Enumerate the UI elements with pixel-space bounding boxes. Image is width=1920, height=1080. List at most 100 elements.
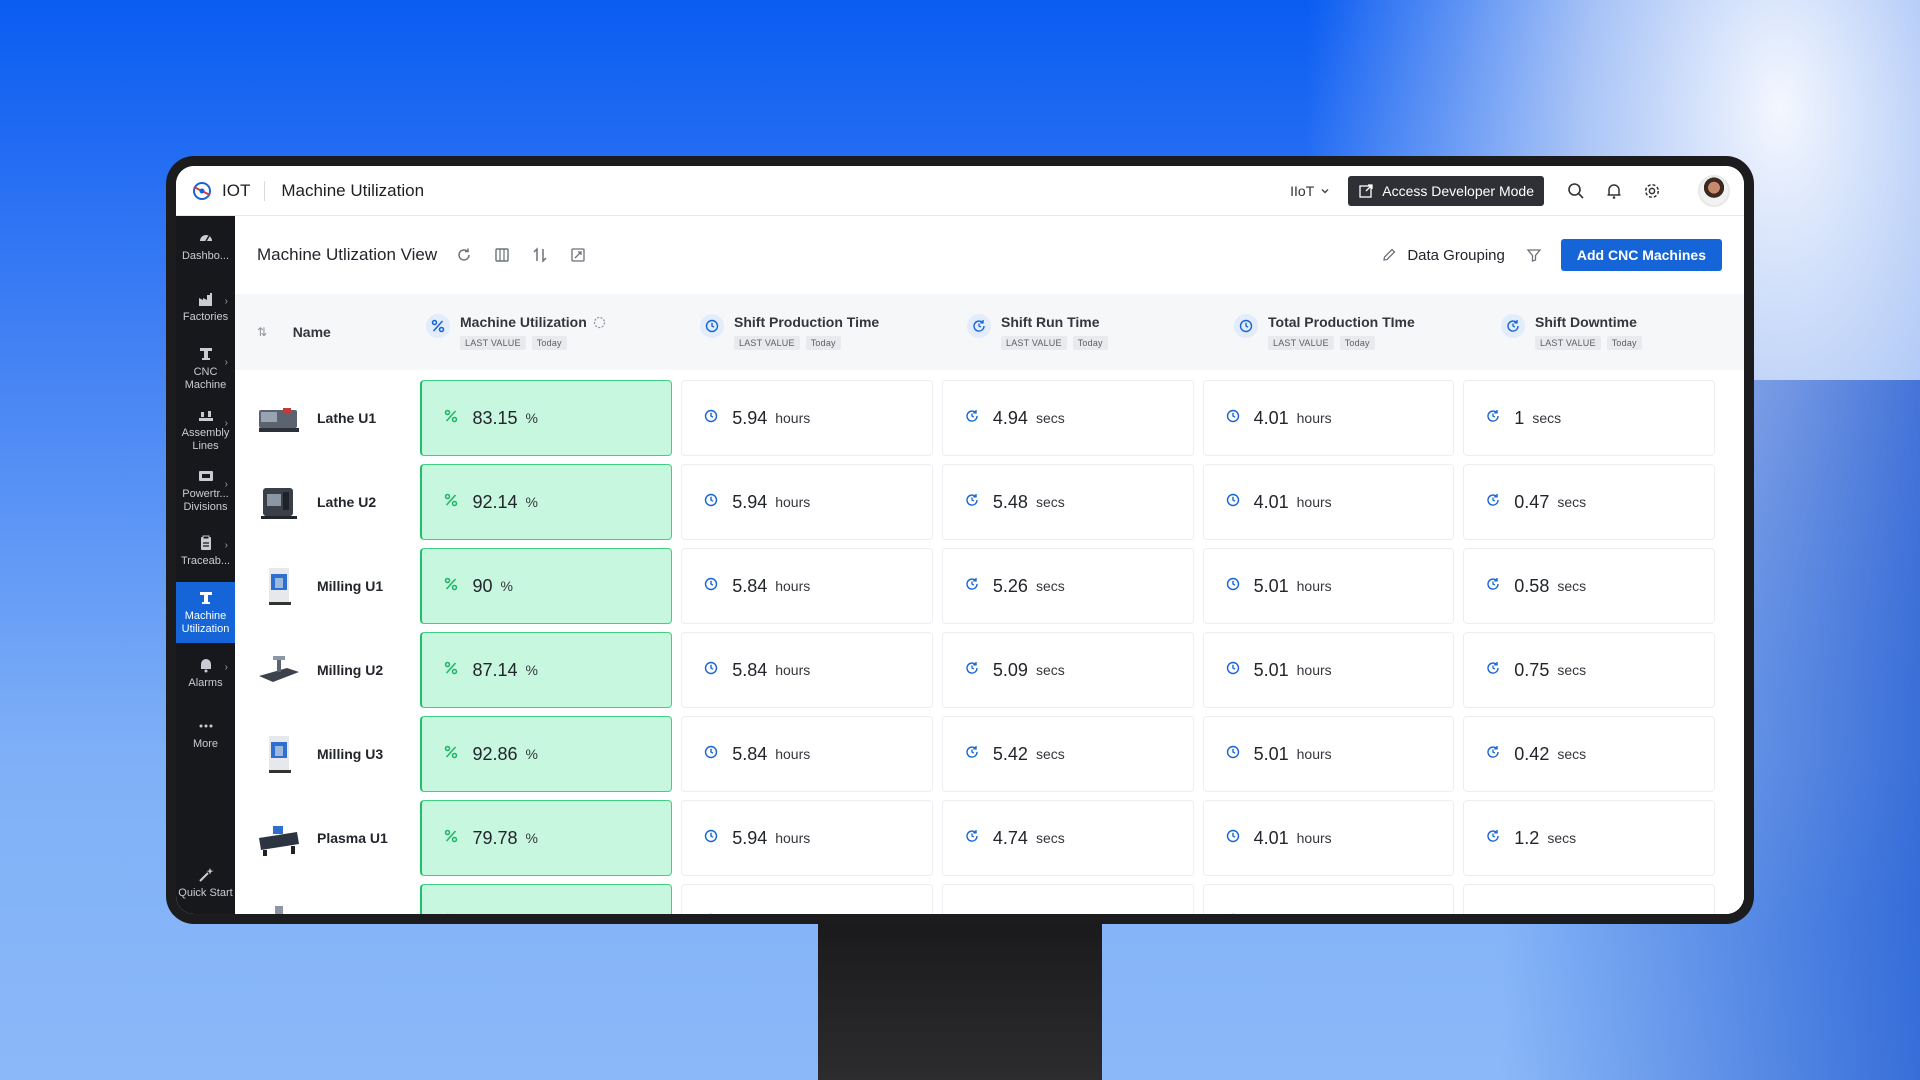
sidebar-item-label: Factories — [182, 311, 229, 323]
table-header: ⇅ Name Machine Utilization LAST VALUE Toda… — [235, 294, 1744, 370]
sidebar-item-alarms[interactable]: Alarms › — [176, 643, 235, 704]
sidebar-item-powertrain-divisions[interactable]: Powertr... Divisions › — [176, 460, 235, 521]
machine-utilization-cell[interactable]: 92.86% — [420, 716, 673, 792]
total-production-time-cell[interactable]: 5.01 hours — [1202, 632, 1455, 708]
shift-downtime-cell[interactable]: 0.58 secs — [1463, 548, 1715, 624]
machine-name-cell[interactable]: Milling U3 — [257, 734, 420, 774]
shift-run-time-cell[interactable]: 5.09 secs — [941, 632, 1194, 708]
downtime-unit: secs — [1557, 578, 1587, 594]
environment-select-value: IIoT — [1290, 182, 1315, 199]
column-header-2[interactable]: Shift Run Time LAST VALUE Today — [943, 314, 1210, 350]
sidebar-item-label: More — [192, 738, 219, 750]
iot-logo-icon — [193, 181, 211, 200]
machine-utilization-cell[interactable]: 83.15% — [420, 380, 673, 456]
shift-production-time-cell[interactable]: 5.84 hours — [681, 548, 933, 624]
avatar[interactable] — [1698, 174, 1730, 207]
environment-select[interactable]: IIoT — [1290, 183, 1330, 199]
column-header-3[interactable]: Total Production TIme LAST VALUE Today — [1210, 314, 1477, 350]
shift-downtime-cell[interactable]: 0.75 secs — [1463, 632, 1715, 708]
machine-name-cell[interactable]: Plasma U1 — [257, 818, 420, 858]
downtime-value: 0.58 — [1514, 575, 1550, 596]
machine-utilization-cell[interactable]: 92.14% — [420, 464, 673, 540]
gear-icon[interactable] — [1642, 181, 1662, 201]
downtime-value: 0.47 — [1514, 491, 1550, 512]
shift-run-time-cell[interactable]: 5.21secs — [941, 884, 1194, 915]
clock-icon — [704, 577, 718, 596]
shift-run-time-cell[interactable]: 5.48 secs — [941, 464, 1194, 540]
monitor-stand — [818, 918, 1102, 1080]
column-header-name[interactable]: Name — [293, 324, 396, 340]
last-value-tag: LAST VALUE — [1001, 336, 1067, 350]
machine-name-cell[interactable]: Lathe U2 — [257, 482, 420, 522]
filter-icon[interactable] — [1525, 246, 1543, 264]
table-row[interactable]: Lathe U1 83.15% 5.94 hours 4.94 secs 4.01 hours… — [257, 376, 1724, 460]
machine-thumbnail — [257, 398, 301, 438]
machine-utilization-cell[interactable]: 87.64% — [420, 884, 673, 914]
total-production-time-cell[interactable]: 4.01hours — [1202, 800, 1455, 876]
total-production-time-cell[interactable]: 4.01hours — [1202, 884, 1455, 914]
shift-production-time-cell[interactable]: 5.84 hours — [681, 716, 933, 792]
total-production-time-cell[interactable]: 4.01hours — [1202, 380, 1455, 456]
table-row[interactable]: Plasma U287.64% 5.94hours 5.21secs 4.01hour… — [257, 880, 1724, 914]
shift-production-time-cell[interactable]: 5.94hours — [681, 884, 933, 914]
column-header-1[interactable]: Shift Production Time LAST VALUE Today — [676, 314, 943, 350]
column-header-0[interactable]: Machine Utilization LAST VALUE Today — [396, 314, 676, 350]
data-grouping-button[interactable]: Data Grouping — [1381, 247, 1505, 264]
shift-production-time-cell[interactable]: 5.94hours — [681, 380, 933, 456]
sort-handle-icon[interactable]: ⇅ — [235, 325, 293, 339]
sidebar-item-dashboard[interactable]: Dashbo... — [176, 216, 235, 277]
sidebar-item-traceability[interactable]: Traceab... › — [176, 521, 235, 582]
shift-run-time-cell[interactable]: 4.94 secs — [941, 380, 1194, 456]
table-row[interactable]: Milling U1 90% 5.84 hours 5.26 secs 5.01 hours 0… — [257, 544, 1724, 628]
table-row[interactable]: Milling U2 87.14% 5.84 hours 5.09 secs 5.01 hou… — [257, 628, 1724, 712]
shift-run-time-cell[interactable]: 5.26 secs — [941, 548, 1194, 624]
expand-icon[interactable] — [569, 246, 587, 264]
machine-utilization-cell[interactable]: 87.14% — [420, 632, 673, 708]
refresh-icon[interactable] — [455, 246, 473, 264]
downtime-value: 0.75 — [1514, 659, 1550, 680]
table-row[interactable]: Lathe U2 92.14% 5.94 hours 5.48 secs 4.01 hours… — [257, 460, 1724, 544]
sidebar-item-quick-start[interactable]: Quick Start — [176, 853, 235, 914]
shift-downtime-cell[interactable]: 1.2 secs — [1463, 800, 1715, 876]
machine-name-cell[interactable]: Lathe U1 — [257, 398, 420, 438]
shift-production-time-cell[interactable]: 5.84 hours — [681, 632, 933, 708]
machine-name-cell[interactable]: Milling U1 — [257, 566, 420, 606]
shift-production-time-cell[interactable]: 5.94hours — [681, 800, 933, 876]
search-icon[interactable] — [1566, 181, 1586, 201]
shift-downtime-cell[interactable]: 1 secs — [1463, 380, 1715, 456]
shift-downtime-cell[interactable]: 0.47 secs — [1463, 464, 1715, 540]
sidebar-item-assembly-lines[interactable]: Assembly Lines › — [176, 399, 235, 460]
run-time-unit: secs — [1035, 494, 1065, 510]
developer-mode-label: Access Developer Mode — [1382, 182, 1534, 199]
column-header-4[interactable]: Shift Downtime LAST VALUE Today — [1477, 314, 1744, 350]
machine-utilization-cell[interactable]: 90% — [420, 548, 673, 624]
table-row[interactable]: Plasma U1 79.78% 5.94 hours 4.74 secs 4.01 hour… — [257, 796, 1724, 880]
machine-name-cell[interactable]: Plasma U2 — [257, 902, 420, 914]
last-value-tag: LAST VALUE — [734, 336, 800, 350]
sort-icon[interactable] — [531, 246, 549, 264]
machine-name-cell[interactable]: Milling U2 — [257, 650, 420, 690]
sidebar-item-machine-utilization[interactable]: Machine Utilization — [176, 582, 235, 643]
machine-icon — [199, 591, 212, 604]
shift-downtime-cell[interactable]: 0.42 secs — [1463, 716, 1715, 792]
total-production-time-cell[interactable]: 4.01hours — [1202, 464, 1455, 540]
sidebar-item-more[interactable]: More — [176, 704, 235, 765]
shift-downtime-cell[interactable]: 0.73secs — [1463, 884, 1715, 914]
clock-icon — [1226, 577, 1240, 596]
machine-utilization-cell[interactable]: 79.78% — [420, 800, 673, 876]
table-row[interactable]: Milling U3 92.86% 5.84 hours 5.42 secs 5.01 hou… — [257, 712, 1724, 796]
columns-icon[interactable] — [493, 246, 511, 264]
bell-icon[interactable] — [1604, 181, 1624, 201]
run-time-value: 5.48 — [992, 491, 1028, 512]
downtime-unit: secs — [1557, 746, 1587, 762]
total-production-time-cell[interactable]: 5.01 hours — [1202, 716, 1455, 792]
shift-run-time-cell[interactable]: 4.74 secs — [941, 800, 1194, 876]
add-cnc-machines-button[interactable]: Add CNC Machines — [1560, 239, 1722, 271]
access-developer-mode-button[interactable]: Access Developer Mode — [1348, 175, 1544, 206]
sidebar-item-cnc-machine[interactable]: CNC Machine › — [176, 338, 235, 399]
shift-run-time-cell[interactable]: 5.42 secs — [941, 716, 1194, 792]
sidebar-item-factories[interactable]: Factories › — [176, 277, 235, 338]
total-production-time-cell[interactable]: 5.01 hours — [1202, 548, 1455, 624]
run-time-value: 5.21 — [993, 912, 1028, 915]
shift-production-time-cell[interactable]: 5.94hours — [681, 464, 933, 540]
